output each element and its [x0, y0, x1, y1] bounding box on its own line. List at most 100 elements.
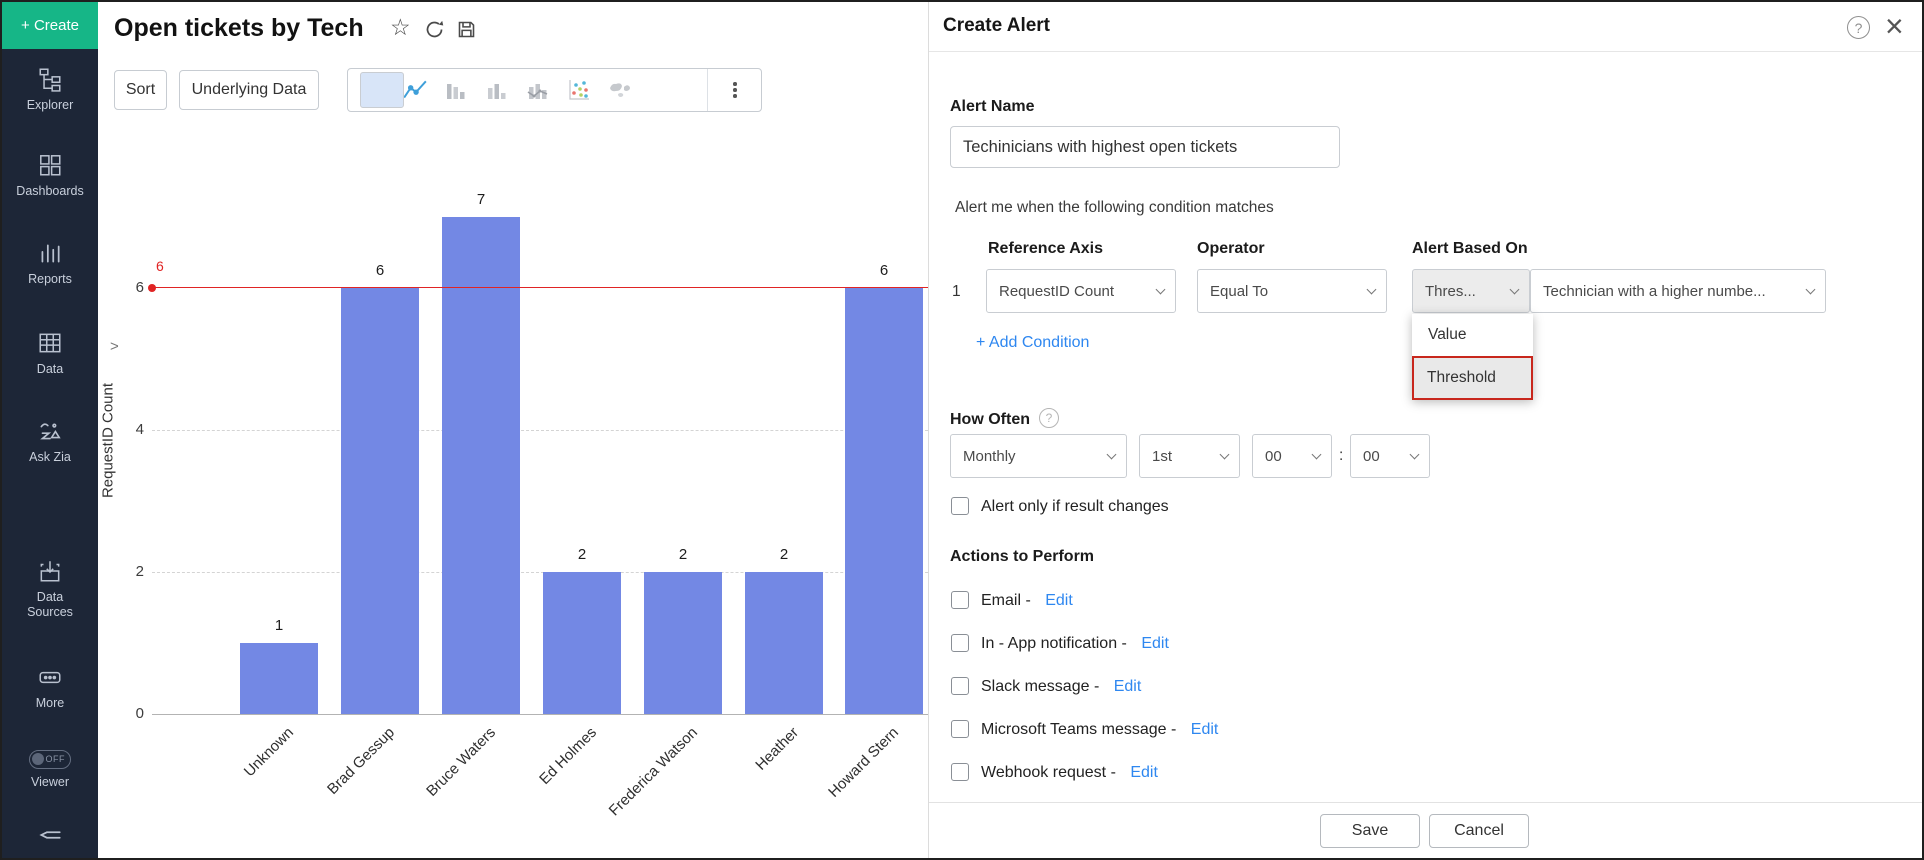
in-app-checkbox[interactable]	[951, 634, 969, 652]
how-often-label: How Often	[950, 411, 1030, 429]
alert-name-label: Alert Name	[950, 98, 1034, 116]
menu-option-value[interactable]: Value	[1412, 314, 1533, 356]
app-window: + Create Explorer Dashboards	[0, 0, 1924, 860]
reports-icon	[2, 240, 98, 266]
minute-select[interactable]: 00	[1350, 434, 1430, 478]
slack-action-row: Slack message - Edit	[981, 678, 1141, 696]
sidebar-item-reports[interactable]: Reports	[2, 240, 98, 287]
chevron-down-icon	[1312, 450, 1322, 460]
alert-based-on-header: Alert Based On	[1412, 240, 1528, 258]
alert-only-checkbox[interactable]	[951, 497, 969, 515]
create-button[interactable]: + Create	[2, 2, 98, 49]
chevron-down-icon	[1156, 285, 1166, 295]
actions-title: Actions to Perform	[950, 548, 1094, 566]
condition-index: 1	[952, 283, 961, 301]
based-on-dropdown-menu: Value Threshold	[1412, 314, 1533, 400]
collapse-arrow-icon	[2, 822, 98, 848]
explorer-icon	[2, 66, 98, 92]
teams-edit-link[interactable]: Edit	[1191, 721, 1219, 738]
dashboards-icon	[2, 152, 98, 178]
panel-footer: Save Cancel	[929, 802, 1924, 858]
in-app-edit-link[interactable]: Edit	[1141, 635, 1169, 652]
reference-axis-header: Reference Axis	[988, 240, 1103, 258]
sidebar-item-explorer[interactable]: Explorer	[2, 66, 98, 113]
operator-header: Operator	[1197, 240, 1265, 258]
threshold-line[interactable]	[152, 287, 928, 288]
menu-option-threshold-highlighted[interactable]: Threshold	[1412, 356, 1533, 400]
x-axis-label: Brad Gessup	[280, 724, 398, 842]
sidebar-item-data-sources[interactable]: Data Sources	[2, 558, 98, 620]
webhook-checkbox[interactable]	[951, 763, 969, 781]
time-separator: :	[1339, 447, 1343, 465]
bar-value-label: 7	[459, 191, 503, 208]
sidebar-collapse-button[interactable]	[2, 822, 98, 854]
ask-zia-icon	[2, 418, 98, 444]
alert-name-input[interactable]	[950, 126, 1340, 168]
gridline	[152, 430, 928, 431]
bar-value-label: 2	[661, 546, 705, 563]
threshold-detail-select[interactable]: Technician with a higher numbe...	[1530, 269, 1826, 313]
bar-chart: > RequestID Count 0 2 4 6 1 Unknown 6 Brad Gess…	[98, 2, 928, 858]
day-select[interactable]: 1st	[1139, 434, 1240, 478]
save-button[interactable]: Save	[1320, 814, 1420, 848]
webhook-action-row: Webhook request - Edit	[981, 764, 1158, 782]
sidebar: + Create Explorer Dashboards	[2, 2, 98, 858]
chart-bar[interactable]	[543, 572, 621, 714]
sidebar-item-dashboards[interactable]: Dashboards	[2, 152, 98, 199]
viewer-toggle[interactable]: OFF	[29, 750, 71, 769]
y-tick-label: 4	[106, 421, 144, 438]
data-sources-icon	[2, 558, 98, 584]
slack-edit-link[interactable]: Edit	[1114, 678, 1142, 695]
y-tick-label: 6	[106, 279, 144, 296]
chart-bar[interactable]	[745, 572, 823, 714]
x-axis-line	[152, 714, 928, 715]
email-edit-link[interactable]: Edit	[1045, 592, 1073, 609]
add-condition-link[interactable]: + Add Condition	[976, 334, 1089, 352]
threshold-label: 6	[156, 258, 164, 274]
teams-action-row: Microsoft Teams message - Edit	[981, 721, 1218, 739]
alert-only-label: Alert only if result changes	[981, 498, 1169, 516]
x-axis-label: Howard Stern	[784, 724, 902, 842]
chart-bar[interactable]	[240, 643, 318, 714]
chart-bar[interactable]	[845, 288, 923, 714]
report-area: Open tickets by Tech ☆ Sort Underlying D…	[98, 2, 928, 858]
data-table-icon	[2, 330, 98, 356]
alert-based-on-select[interactable]: Thres...	[1412, 269, 1530, 313]
chevron-down-icon	[1367, 285, 1377, 295]
cancel-button[interactable]: Cancel	[1429, 814, 1529, 848]
x-axis-label: Ed Holmes	[482, 724, 600, 842]
slack-checkbox[interactable]	[951, 677, 969, 695]
help-icon[interactable]: ?	[1847, 16, 1870, 39]
chevron-down-icon	[1107, 450, 1117, 460]
chart-bar[interactable]	[341, 288, 419, 714]
teams-checkbox[interactable]	[951, 720, 969, 738]
chart-bar[interactable]	[644, 572, 722, 714]
chart-bar[interactable]	[442, 217, 520, 714]
sidebar-item-more[interactable]: More	[2, 664, 98, 711]
bar-value-label: 2	[762, 546, 806, 563]
bar-value-label: 1	[257, 617, 301, 634]
bar-value-label: 6	[862, 262, 906, 279]
y-tick-label: 0	[106, 705, 144, 722]
bar-value-label: 2	[560, 546, 604, 563]
webhook-edit-link[interactable]: Edit	[1130, 764, 1158, 781]
email-checkbox[interactable]	[951, 591, 969, 609]
how-often-help-icon[interactable]: ?	[1039, 408, 1059, 428]
axis-expand-chevron-icon[interactable]: >	[110, 338, 119, 355]
close-icon[interactable]: ×	[1885, 8, 1904, 45]
hour-select[interactable]: 00	[1252, 434, 1332, 478]
operator-select[interactable]: Equal To	[1197, 269, 1387, 313]
y-axis-title: RequestID Count	[100, 366, 117, 516]
x-axis-label: Bruce Waters	[381, 724, 499, 842]
chevron-down-icon	[1410, 450, 1420, 460]
chevron-down-icon	[1220, 450, 1230, 460]
x-axis-label: Heather	[684, 724, 802, 842]
condition-intro-text: Alert me when the following condition ma…	[955, 199, 1274, 217]
sidebar-item-ask-zia[interactable]: Ask Zia	[2, 418, 98, 465]
x-axis-label: Unknown	[179, 724, 297, 842]
frequency-select[interactable]: Monthly	[950, 434, 1127, 478]
chevron-down-icon	[1510, 285, 1520, 295]
threshold-dot[interactable]	[148, 284, 156, 292]
sidebar-item-data[interactable]: Data	[2, 330, 98, 377]
reference-axis-select[interactable]: RequestID Count	[986, 269, 1176, 313]
